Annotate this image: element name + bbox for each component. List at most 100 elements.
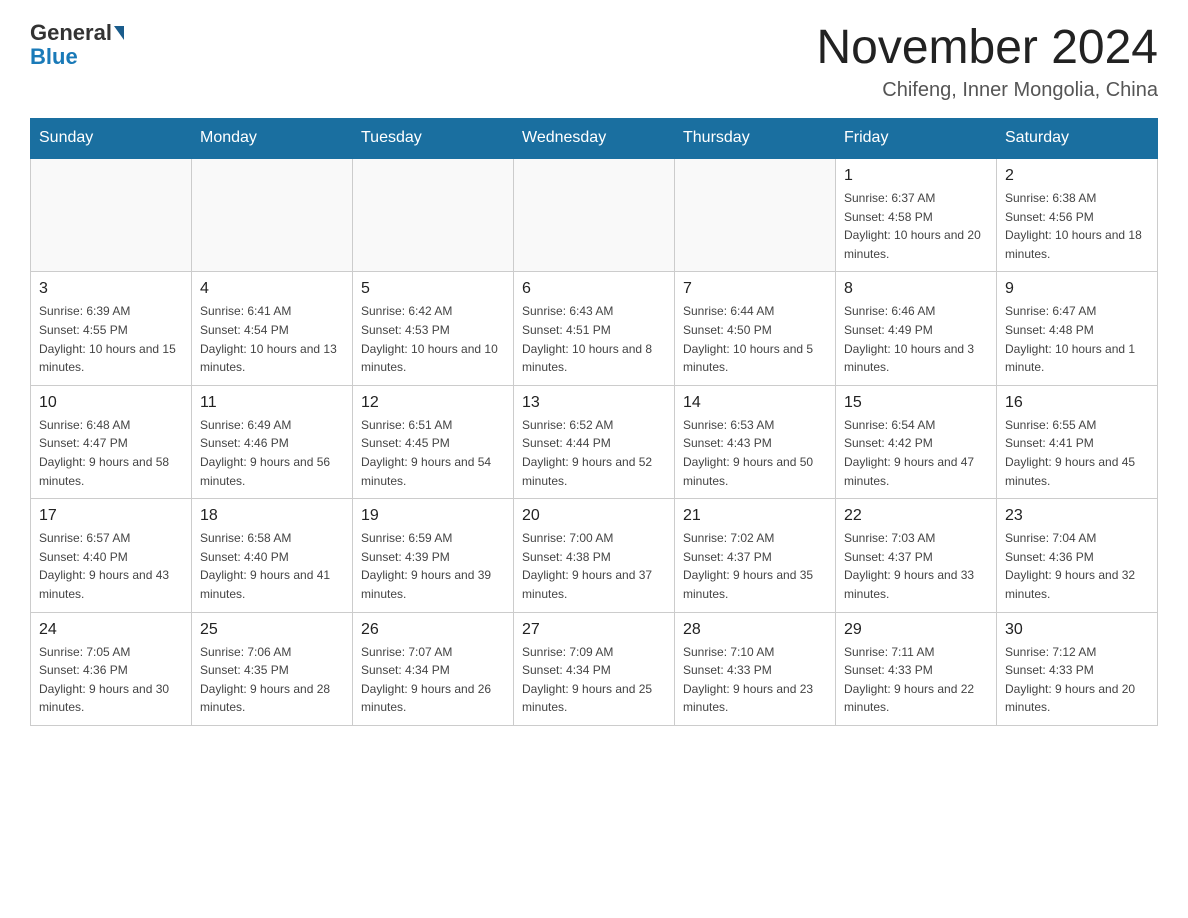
calendar-day-cell: 13 Sunrise: 6:52 AM Sunset: 4:44 PM Dayli… xyxy=(514,385,675,498)
day-number: 9 xyxy=(1005,280,1149,298)
calendar-day-cell: 8 Sunrise: 6:46 AM Sunset: 4:49 PM Daylig… xyxy=(836,272,997,385)
day-info: Sunrise: 6:54 AM Sunset: 4:42 PM Dayligh… xyxy=(844,416,988,490)
calendar-day-cell: 3Sunrise: 6:39 AM Sunset: 4:55 PM Daylig… xyxy=(31,272,192,385)
calendar-day-cell: 25 Sunrise: 7:06 AM Sunset: 4:35 PM Dayli… xyxy=(192,612,353,725)
calendar-day-cell: 5Sunrise: 6:42 AM Sunset: 4:53 PM Daylig… xyxy=(353,272,514,385)
day-number: 26 xyxy=(361,621,505,639)
day-of-week-header: Wednesday xyxy=(514,119,675,159)
day-info: Sunrise: 6:47 AM Sunset: 4:48 PM Dayligh… xyxy=(1005,302,1149,376)
page-header: General Blue November 2024 Chifeng, Inne… xyxy=(30,20,1158,102)
title-section: November 2024 Chifeng, Inner Mongolia, C… xyxy=(816,20,1158,102)
month-title: November 2024 xyxy=(816,20,1158,75)
calendar-day-cell: 28 Sunrise: 7:10 AM Sunset: 4:33 PM Dayli… xyxy=(675,612,836,725)
day-number: 11 xyxy=(200,394,344,412)
calendar-day-cell: 19 Sunrise: 6:59 AM Sunset: 4:39 PM Dayli… xyxy=(353,499,514,612)
calendar-day-cell: 18Sunrise: 6:58 AM Sunset: 4:40 PM Dayli… xyxy=(192,499,353,612)
logo-arrow-icon xyxy=(114,26,124,40)
calendar-day-cell: 17Sunrise: 6:57 AM Sunset: 4:40 PM Dayli… xyxy=(31,499,192,612)
calendar-day-cell: 11 Sunrise: 6:49 AM Sunset: 4:46 PM Dayli… xyxy=(192,385,353,498)
day-info: Sunrise: 6:58 AM Sunset: 4:40 PM Dayligh… xyxy=(200,529,344,603)
calendar-day-cell: 14 Sunrise: 6:53 AM Sunset: 4:43 PM Dayli… xyxy=(675,385,836,498)
day-info: Sunrise: 7:12 AM Sunset: 4:33 PM Dayligh… xyxy=(1005,643,1149,717)
day-info: Sunrise: 7:04 AM Sunset: 4:36 PM Dayligh… xyxy=(1005,529,1149,603)
day-info: Sunrise: 7:10 AM Sunset: 4:33 PM Dayligh… xyxy=(683,643,827,717)
calendar-week-row: 17Sunrise: 6:57 AM Sunset: 4:40 PM Dayli… xyxy=(31,499,1158,612)
day-number: 1 xyxy=(844,167,988,185)
day-of-week-header: Sunday xyxy=(31,119,192,159)
day-info: Sunrise: 7:09 AM Sunset: 4:34 PM Dayligh… xyxy=(522,643,666,717)
day-info: Sunrise: 6:41 AM Sunset: 4:54 PM Dayligh… xyxy=(200,302,344,376)
day-number: 12 xyxy=(361,394,505,412)
calendar-day-cell: 10 Sunrise: 6:48 AM Sunset: 4:47 PM Dayli… xyxy=(31,385,192,498)
calendar-week-row: 3Sunrise: 6:39 AM Sunset: 4:55 PM Daylig… xyxy=(31,272,1158,385)
day-info: Sunrise: 7:00 AM Sunset: 4:38 PM Dayligh… xyxy=(522,529,666,603)
calendar-day-cell: 1 Sunrise: 6:37 AM Sunset: 4:58 PM Daylig… xyxy=(836,158,997,272)
day-number: 7 xyxy=(683,280,827,298)
calendar-week-row: 1 Sunrise: 6:37 AM Sunset: 4:58 PM Daylig… xyxy=(31,158,1158,272)
day-info: Sunrise: 6:46 AM Sunset: 4:49 PM Dayligh… xyxy=(844,302,988,376)
day-info: Sunrise: 6:52 AM Sunset: 4:44 PM Dayligh… xyxy=(522,416,666,490)
day-number: 19 xyxy=(361,507,505,525)
day-info: Sunrise: 6:59 AM Sunset: 4:39 PM Dayligh… xyxy=(361,529,505,603)
calendar-day-cell: 4 Sunrise: 6:41 AM Sunset: 4:54 PM Daylig… xyxy=(192,272,353,385)
day-info: Sunrise: 6:43 AM Sunset: 4:51 PM Dayligh… xyxy=(522,302,666,376)
calendar-day-cell: 23 Sunrise: 7:04 AM Sunset: 4:36 PM Dayli… xyxy=(997,499,1158,612)
day-number: 29 xyxy=(844,621,988,639)
day-number: 14 xyxy=(683,394,827,412)
day-of-week-header: Tuesday xyxy=(353,119,514,159)
day-info: Sunrise: 7:05 AM Sunset: 4:36 PM Dayligh… xyxy=(39,643,183,717)
day-number: 22 xyxy=(844,507,988,525)
calendar-day-cell: 16 Sunrise: 6:55 AM Sunset: 4:41 PM Dayli… xyxy=(997,385,1158,498)
calendar-day-cell xyxy=(514,158,675,272)
day-number: 24 xyxy=(39,621,183,639)
day-number: 30 xyxy=(1005,621,1149,639)
day-number: 25 xyxy=(200,621,344,639)
day-number: 13 xyxy=(522,394,666,412)
day-info: Sunrise: 6:38 AM Sunset: 4:56 PM Dayligh… xyxy=(1005,189,1149,263)
day-number: 23 xyxy=(1005,507,1149,525)
day-info: Sunrise: 6:37 AM Sunset: 4:58 PM Dayligh… xyxy=(844,189,988,263)
calendar-day-cell: 22 Sunrise: 7:03 AM Sunset: 4:37 PM Dayli… xyxy=(836,499,997,612)
day-info: Sunrise: 7:11 AM Sunset: 4:33 PM Dayligh… xyxy=(844,643,988,717)
day-info: Sunrise: 6:51 AM Sunset: 4:45 PM Dayligh… xyxy=(361,416,505,490)
calendar-day-cell: 24 Sunrise: 7:05 AM Sunset: 4:36 PM Dayli… xyxy=(31,612,192,725)
day-number: 20 xyxy=(522,507,666,525)
day-number: 28 xyxy=(683,621,827,639)
calendar-header-row: SundayMondayTuesdayWednesdayThursdayFrid… xyxy=(31,119,1158,159)
calendar-day-cell xyxy=(192,158,353,272)
logo-blue-text: Blue xyxy=(30,44,78,70)
day-info: Sunrise: 6:48 AM Sunset: 4:47 PM Dayligh… xyxy=(39,416,183,490)
calendar-day-cell: 21 Sunrise: 7:02 AM Sunset: 4:37 PM Dayli… xyxy=(675,499,836,612)
day-of-week-header: Thursday xyxy=(675,119,836,159)
calendar-day-cell: 20 Sunrise: 7:00 AM Sunset: 4:38 PM Dayli… xyxy=(514,499,675,612)
day-info: Sunrise: 6:55 AM Sunset: 4:41 PM Dayligh… xyxy=(1005,416,1149,490)
day-info: Sunrise: 6:39 AM Sunset: 4:55 PM Dayligh… xyxy=(39,302,183,376)
calendar-day-cell: 2Sunrise: 6:38 AM Sunset: 4:56 PM Daylig… xyxy=(997,158,1158,272)
day-info: Sunrise: 6:53 AM Sunset: 4:43 PM Dayligh… xyxy=(683,416,827,490)
day-of-week-header: Monday xyxy=(192,119,353,159)
calendar-day-cell: 26Sunrise: 7:07 AM Sunset: 4:34 PM Dayli… xyxy=(353,612,514,725)
day-info: Sunrise: 7:02 AM Sunset: 4:37 PM Dayligh… xyxy=(683,529,827,603)
calendar-day-cell: 27Sunrise: 7:09 AM Sunset: 4:34 PM Dayli… xyxy=(514,612,675,725)
calendar-day-cell: 7 Sunrise: 6:44 AM Sunset: 4:50 PM Daylig… xyxy=(675,272,836,385)
day-info: Sunrise: 6:44 AM Sunset: 4:50 PM Dayligh… xyxy=(683,302,827,376)
day-number: 21 xyxy=(683,507,827,525)
day-info: Sunrise: 7:03 AM Sunset: 4:37 PM Dayligh… xyxy=(844,529,988,603)
calendar-day-cell xyxy=(675,158,836,272)
calendar-day-cell: 12 Sunrise: 6:51 AM Sunset: 4:45 PM Dayli… xyxy=(353,385,514,498)
day-of-week-header: Saturday xyxy=(997,119,1158,159)
day-number: 8 xyxy=(844,280,988,298)
day-info: Sunrise: 7:06 AM Sunset: 4:35 PM Dayligh… xyxy=(200,643,344,717)
day-number: 17 xyxy=(39,507,183,525)
calendar-day-cell xyxy=(31,158,192,272)
day-number: 10 xyxy=(39,394,183,412)
day-number: 5 xyxy=(361,280,505,298)
day-number: 4 xyxy=(200,280,344,298)
calendar-day-cell: 30 Sunrise: 7:12 AM Sunset: 4:33 PM Dayli… xyxy=(997,612,1158,725)
calendar-day-cell: 15Sunrise: 6:54 AM Sunset: 4:42 PM Dayli… xyxy=(836,385,997,498)
logo-general-text: General xyxy=(30,20,112,46)
logo: General Blue xyxy=(30,20,124,70)
day-info: Sunrise: 6:49 AM Sunset: 4:46 PM Dayligh… xyxy=(200,416,344,490)
day-number: 16 xyxy=(1005,394,1149,412)
day-of-week-header: Friday xyxy=(836,119,997,159)
